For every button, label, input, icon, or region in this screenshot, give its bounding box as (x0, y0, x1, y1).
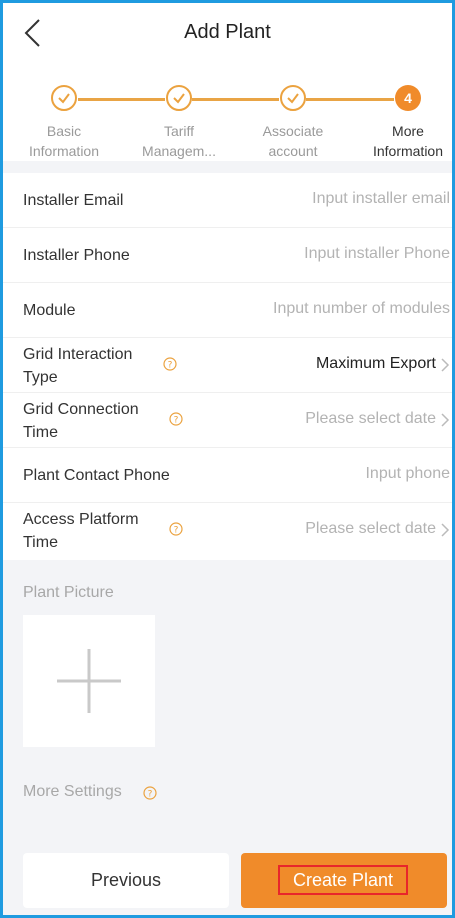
plant-contact-phone-input[interactable]: Input phone (365, 465, 450, 483)
previous-button[interactable]: Previous (23, 853, 229, 908)
installer-phone-input[interactable]: Input installer Phone (304, 245, 450, 263)
picture-and-actions-section: Plant Picture More Settings ? Previous C… (3, 560, 452, 915)
svg-text:?: ? (148, 790, 153, 800)
step-label: More Information (372, 123, 444, 159)
access-platform-time-row[interactable]: Access Platform Time ? Please select dat… (3, 503, 452, 558)
create-plant-label: Create Plant (278, 865, 408, 895)
step-number-badge: 4 (395, 85, 421, 111)
installer-email-input[interactable]: Input installer email (312, 190, 450, 208)
more-settings-label[interactable]: More Settings (23, 783, 122, 801)
plant-contact-phone-row[interactable]: Plant Contact Phone Input phone (3, 448, 452, 503)
create-plant-button[interactable]: Create Plant (241, 853, 447, 908)
question-circle-icon[interactable]: ? (169, 522, 183, 536)
step-label: Basic Information (28, 123, 100, 159)
field-label: Installer Phone (23, 247, 130, 264)
step-check-circle (51, 85, 77, 111)
installer-phone-row[interactable]: Installer Phone Input installer Phone (3, 228, 452, 283)
field-label: Grid Interaction Type (23, 346, 133, 386)
step-tariff-management[interactable]: Tariff Managem... (124, 85, 234, 161)
question-circle-icon[interactable]: ? (169, 412, 183, 426)
check-icon (173, 93, 185, 104)
step-more-information[interactable]: 4 More Information (353, 85, 452, 161)
svg-text:?: ? (174, 526, 179, 536)
section-divider (3, 161, 452, 173)
question-circle-icon[interactable]: ? (143, 786, 157, 800)
progress-stepper: Basic Information Tariff Managem... Asso… (3, 65, 452, 161)
plus-icon (57, 649, 121, 713)
step-label: Tariff Managem... (142, 123, 216, 159)
module-count-input[interactable]: Input number of modules (273, 300, 450, 318)
more-information-form: Installer Email Input installer email In… (3, 173, 452, 558)
svg-text:?: ? (174, 416, 179, 426)
page-title: Add Plant (184, 21, 271, 43)
installer-email-row[interactable]: Installer Email Input installer email (3, 173, 452, 228)
module-row[interactable]: Module Input number of modules (3, 283, 452, 338)
step-basic-information[interactable]: Basic Information (9, 85, 119, 161)
app-frame: Add Plant Basic Information Tariff Manag… (0, 0, 455, 918)
chevron-right-icon (441, 413, 450, 427)
chevron-right-icon (441, 358, 450, 372)
chevron-right-icon (441, 523, 450, 537)
step-check-circle (280, 85, 306, 111)
plant-picture-label: Plant Picture (23, 584, 114, 601)
grid-connection-time-row[interactable]: Grid Connection Time ? Please select dat… (3, 393, 452, 448)
grid-interaction-type-row[interactable]: Grid Interaction Type ? Maximum Export (3, 338, 452, 393)
step-label: Associate account (262, 123, 324, 159)
field-label: Plant Contact Phone (23, 467, 170, 484)
step-check-circle (166, 85, 192, 111)
question-circle-icon[interactable]: ? (163, 357, 177, 371)
add-picture-button[interactable] (23, 615, 155, 747)
field-label: Access Platform Time (23, 511, 139, 551)
svg-text:?: ? (168, 361, 173, 371)
field-label: Installer Email (23, 192, 124, 209)
access-platform-date-picker[interactable]: Please select date (305, 520, 436, 538)
field-label: Grid Connection Time (23, 401, 139, 441)
step-associate-account[interactable]: Associate account (238, 85, 348, 161)
check-icon (287, 93, 299, 104)
grid-interaction-type-select[interactable]: Maximum Export (316, 355, 436, 373)
field-label: Module (23, 302, 76, 319)
grid-connection-date-picker[interactable]: Please select date (305, 410, 436, 428)
check-icon (58, 93, 70, 104)
header: Add Plant (3, 3, 452, 65)
